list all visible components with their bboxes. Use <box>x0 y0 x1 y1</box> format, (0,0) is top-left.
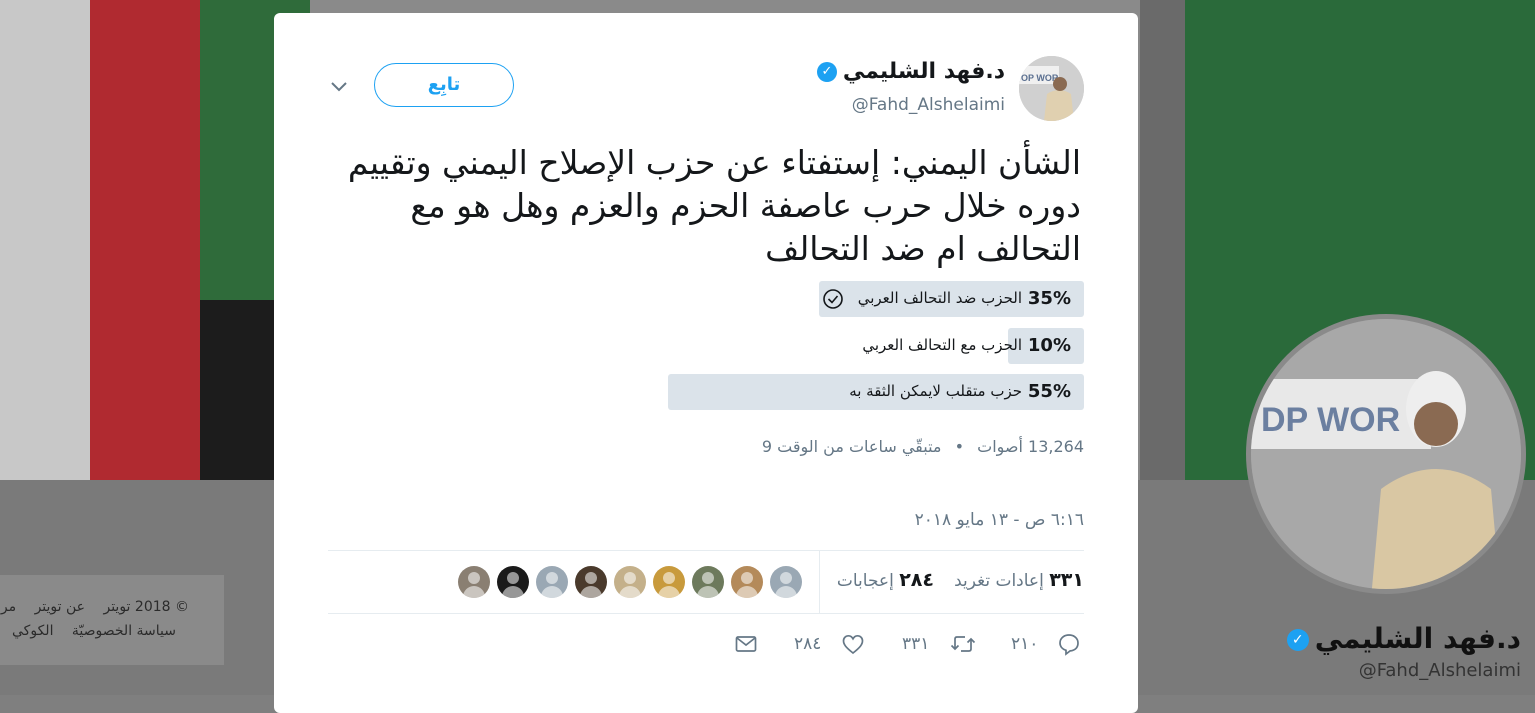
avatar-body <box>619 586 641 598</box>
footer-copyright: © 2018 تويتر <box>103 599 189 615</box>
avatar-body <box>775 586 797 598</box>
author-name[interactable]: د.فهد الشليمي✓ <box>816 59 1005 84</box>
poll-votes: 13,264 أصوات <box>977 437 1084 456</box>
poll-separator: • <box>954 437 965 456</box>
poll-time-left: متبقّي ساعات من الوقت 9 <box>761 437 942 456</box>
retweet-count: ٣٣١ <box>902 634 930 654</box>
liker-avatar[interactable] <box>497 566 529 598</box>
liker-avatar[interactable] <box>770 566 802 598</box>
divider <box>328 550 1084 551</box>
reply-count: ٢١٠ <box>1011 634 1039 654</box>
retweet-action[interactable]: ٣٣١ <box>902 632 977 658</box>
poll-percent: 35% <box>1027 288 1071 309</box>
svg-text:DP WOR: DP WOR <box>1261 401 1400 439</box>
reply-action[interactable]: ٢١٠ <box>1011 632 1081 658</box>
poll-meta: 13,264 أصوات • متبقّي ساعات من الوقت 9 <box>762 437 1084 456</box>
liker-avatar[interactable] <box>731 566 763 598</box>
footer-link-cookies[interactable]: الكوكي <box>12 623 53 639</box>
retweet-icon <box>950 636 976 652</box>
avatar-head <box>663 572 675 584</box>
poll-option: 10% الحزب مع التحالف العربي <box>819 328 1084 364</box>
avatar-body <box>658 586 680 598</box>
avatar-head <box>468 572 480 584</box>
profile-handle[interactable]: @Fahd_Alshelaimi <box>1359 660 1521 681</box>
footer-links: © 2018 تويتر عن تويتر مر سياسة الخصوصيّة… <box>0 575 224 665</box>
avatar-head <box>624 572 636 584</box>
liker-avatar[interactable] <box>536 566 568 598</box>
tweet-modal: OP WOR د.فهد الشليمي✓ @Fahd_Alshelaimi ت… <box>274 13 1138 713</box>
avatar-body <box>736 586 758 598</box>
avatar-head <box>546 572 558 584</box>
tweet-text: الشأن اليمني: إستفتاء عن حزب الإصلاح الي… <box>347 143 1081 268</box>
poll-option-label: الحزب مع التحالف العربي <box>862 336 1022 354</box>
poll-option: 55% حزب متقلب لايمكن الثقة به <box>668 374 1084 410</box>
envelope-icon <box>735 636 757 652</box>
avatar-head <box>702 572 714 584</box>
liker-avatar[interactable] <box>458 566 490 598</box>
heart-icon <box>842 634 864 655</box>
likes-stat[interactable]: ٢٨٤ إعجابات <box>837 569 934 591</box>
avatar-body <box>502 586 524 598</box>
poll-option-label: حزب متقلب لايمكن الثقة به <box>849 382 1022 400</box>
liker-avatar[interactable] <box>575 566 607 598</box>
footer-link-privacy[interactable]: سياسة الخصوصيّة <box>72 623 176 639</box>
divider <box>328 613 1084 614</box>
avatar-head <box>507 572 519 584</box>
divider <box>819 551 820 613</box>
likes-label: إعجابات <box>836 571 894 591</box>
tweet-timestamp[interactable]: ٦:١٦ ص - ١٣ مايو ٢٠١٨ <box>915 510 1084 530</box>
likes-count: ٢٨٤ <box>899 569 934 591</box>
follow-button[interactable]: تابِع <box>374 63 514 107</box>
reply-icon <box>1059 634 1079 656</box>
poll-option-label: الحزب ضد التحالف العربي <box>857 289 1022 307</box>
profile-name[interactable]: د.فهد الشليمي✓ <box>1286 622 1521 655</box>
verified-badge-icon: ✓ <box>816 62 837 82</box>
poll-percent: 55% <box>1027 381 1071 402</box>
liker-avatar[interactable] <box>653 566 685 598</box>
avatar-body <box>463 586 485 598</box>
liker-avatar[interactable] <box>614 566 646 598</box>
check-circle-icon <box>823 289 843 309</box>
retweets-stat[interactable]: ٣٣١ إعادات تغريد <box>954 569 1084 591</box>
avatar-body <box>541 586 563 598</box>
avatar-head <box>585 572 597 584</box>
svg-text:OP WOR: OP WOR <box>1021 73 1059 83</box>
poll-option: 35% الحزب ضد التحالف العربي <box>819 281 1084 317</box>
retweets-count: ٣٣١ <box>1049 569 1084 591</box>
direct-message-action[interactable] <box>734 632 758 658</box>
avatar-head <box>741 572 753 584</box>
retweets-label: إعادات تغريد <box>954 571 1044 591</box>
footer-link-more[interactable]: مر <box>1 599 16 615</box>
author-handle[interactable]: @Fahd_Alshelaimi <box>852 95 1005 115</box>
profile-avatar[interactable]: DP WOR <box>1246 314 1526 594</box>
avatar-body <box>697 586 719 598</box>
author-avatar[interactable]: OP WOR <box>1019 56 1084 121</box>
footer-link-about[interactable]: عن تويتر <box>35 599 85 615</box>
like-action[interactable]: ٢٨٤ <box>794 632 866 658</box>
poll-percent: 10% <box>1027 335 1071 356</box>
avatar-head <box>780 572 792 584</box>
liker-avatar[interactable] <box>692 566 724 598</box>
avatar-body <box>580 586 602 598</box>
like-count: ٢٨٤ <box>794 634 822 654</box>
verified-badge-icon: ✓ <box>1286 629 1309 651</box>
chevron-down-icon[interactable] <box>330 77 348 95</box>
